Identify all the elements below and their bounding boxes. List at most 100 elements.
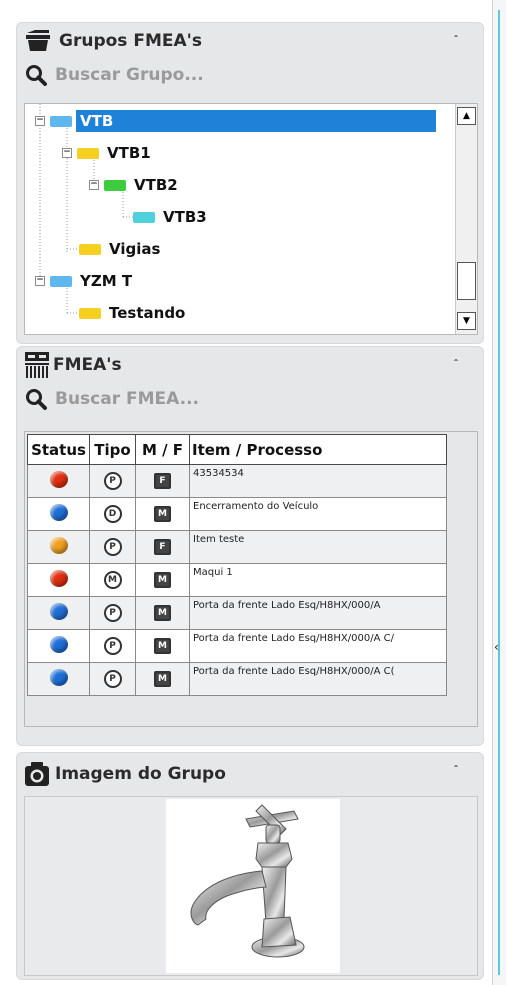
tipo-cell: P — [89, 464, 136, 498]
col-mf[interactable]: M / F — [135, 434, 190, 465]
faucet-image — [166, 799, 340, 973]
tipo-icon: P — [103, 637, 122, 655]
folder-icon — [104, 179, 126, 191]
groups-tree[interactable]: − VTB − VTB1 − VTB2 VTB3 Vigias − YZM T … — [24, 103, 478, 335]
splitter-collapse-icon[interactable]: ‹ — [494, 640, 499, 654]
collapse-toggle-icon[interactable]: − — [35, 116, 45, 126]
camera-icon — [25, 762, 49, 786]
status-cell — [27, 497, 90, 531]
tipo-cell: D — [89, 497, 136, 531]
barcode-icon — [25, 352, 49, 378]
tree-item-label: VTB — [76, 110, 436, 132]
fmea-search-input[interactable]: Buscar FMEA... — [55, 389, 199, 409]
tree-item-vigias[interactable]: Vigias — [77, 234, 164, 264]
collapse-toggle-icon[interactable]: − — [89, 180, 99, 190]
col-tipo[interactable]: Tipo — [89, 434, 136, 465]
table-row[interactable]: D M Encerramento do Veículo — [27, 497, 447, 531]
table-header-row: Status Tipo M / F Item / Processo — [27, 434, 447, 465]
folder-icon — [79, 243, 101, 255]
collapse-toggle-icon[interactable]: − — [62, 148, 72, 158]
mf-cell: M — [135, 596, 190, 630]
tipo-icon: P — [103, 538, 122, 556]
fmea-table: Status Tipo M / F Item / Processo P F 4353… — [27, 434, 447, 696]
tree-item-vtb3[interactable]: VTB3 — [131, 202, 211, 232]
tree-item-label: VTB2 — [134, 176, 178, 194]
mf-cell: M — [135, 563, 190, 597]
status-dot-icon — [49, 669, 68, 686]
collapse-toggle-icon[interactable]: − — [35, 276, 45, 286]
double-chevron-up-icon[interactable]: ˆ — [447, 357, 465, 373]
magnifier-icon — [26, 65, 47, 86]
status-cell — [27, 629, 90, 663]
tree-item-label: VTB1 — [107, 144, 151, 162]
fmea-table-container: Status Tipo M / F Item / Processo P F 4353… — [24, 431, 478, 727]
groups-header[interactable]: Grupos FMEA's ˆ — [17, 23, 483, 59]
mf-icon: M — [154, 605, 171, 621]
groups-section: Grupos FMEA's ˆ Buscar Grupo... − VTB − … — [16, 22, 484, 344]
table-row[interactable]: P F 43534534 — [27, 464, 447, 498]
tree-scrollbar[interactable]: ▲ ▼ — [455, 104, 477, 334]
table-row[interactable]: M M Maqui 1 — [27, 563, 447, 597]
image-header[interactable]: Imagem do Grupo ˆ — [17, 753, 483, 795]
tree-item-vtb1[interactable]: − VTB1 — [62, 138, 155, 168]
mf-cell: F — [135, 530, 190, 564]
mf-icon: M — [154, 671, 171, 687]
item-processo-cell: 43534534 — [189, 464, 447, 498]
image-section: Imagem do Grupo ˆ — [16, 752, 484, 980]
folder-icon — [50, 115, 72, 127]
col-status[interactable]: Status — [27, 434, 90, 465]
item-processo-cell: Porta da frente Lado Esq/H8HX/000/A C/ — [189, 629, 447, 663]
table-row[interactable]: P M Porta da frente Lado Esq/H8HX/000/A C( — [27, 662, 447, 696]
group-image-frame — [24, 796, 478, 976]
double-chevron-up-icon[interactable]: ˆ — [447, 763, 465, 779]
double-chevron-up-icon[interactable]: ˆ — [447, 33, 465, 49]
magnifier-icon — [26, 389, 47, 410]
fmea-section: FMEA's ˆ Buscar FMEA... Status Tipo M / … — [16, 346, 484, 746]
status-dot-icon — [49, 636, 68, 653]
col-item-processo[interactable]: Item / Processo — [189, 434, 447, 465]
status-cell — [27, 596, 90, 630]
item-processo-cell: Maqui 1 — [189, 563, 447, 597]
tipo-icon: D — [103, 505, 122, 523]
item-processo-cell: Porta da frente Lado Esq/H8HX/000/A — [189, 596, 447, 630]
tipo-cell: P — [89, 596, 136, 630]
table-row[interactable]: P M Porta da frente Lado Esq/H8HX/000/A — [27, 596, 447, 630]
fmea-search[interactable]: Buscar FMEA... — [17, 383, 483, 415]
tree-item-testando[interactable]: Testando — [77, 298, 189, 328]
fmea-title: FMEA's — [53, 355, 122, 375]
mf-icon: M — [154, 572, 171, 588]
groups-search-input[interactable]: Buscar Grupo... — [55, 65, 204, 85]
mf-icon: F — [154, 473, 171, 489]
item-processo-cell: Porta da frente Lado Esq/H8HX/000/A C( — [189, 662, 447, 696]
scroll-thumb[interactable] — [457, 262, 476, 300]
tipo-icon: P — [103, 670, 122, 688]
tree-item-label: Vigias — [109, 240, 161, 258]
scroll-up-button[interactable]: ▲ — [457, 107, 476, 125]
right-splitter[interactable] — [492, 0, 506, 985]
mf-cell: M — [135, 497, 190, 531]
status-cell — [27, 530, 90, 564]
left-panel: Grupos FMEA's ˆ Buscar Grupo... − VTB − … — [0, 0, 506, 985]
mf-icon: M — [154, 638, 171, 654]
groups-search[interactable]: Buscar Grupo... — [17, 59, 483, 91]
tipo-icon: P — [103, 604, 122, 622]
folder-icon — [79, 307, 101, 319]
splitter-accent-line — [498, 10, 500, 975]
tree-item-vtb[interactable]: − VTB — [35, 106, 436, 136]
mf-icon: M — [154, 506, 171, 522]
tipo-cell: M — [89, 563, 136, 597]
table-row[interactable]: P M Porta da frente Lado Esq/H8HX/000/A C/ — [27, 629, 447, 663]
tree-item-vtb2[interactable]: − VTB2 — [89, 170, 182, 200]
tree-item-label: VTB3 — [163, 208, 207, 226]
mf-cell: M — [135, 662, 190, 696]
folder-icon — [50, 275, 72, 287]
fmea-header[interactable]: FMEA's ˆ — [17, 347, 483, 383]
tipo-cell: P — [89, 530, 136, 564]
item-processo-cell: Encerramento do Veículo — [189, 497, 447, 531]
status-dot-icon — [49, 570, 68, 587]
table-row[interactable]: P F Item teste — [27, 530, 447, 564]
tree-item-yzm-t[interactable]: − YZM T — [35, 266, 136, 296]
tipo-icon: M — [103, 571, 122, 589]
scroll-down-button[interactable]: ▼ — [457, 312, 476, 330]
status-dot-icon — [49, 537, 68, 554]
